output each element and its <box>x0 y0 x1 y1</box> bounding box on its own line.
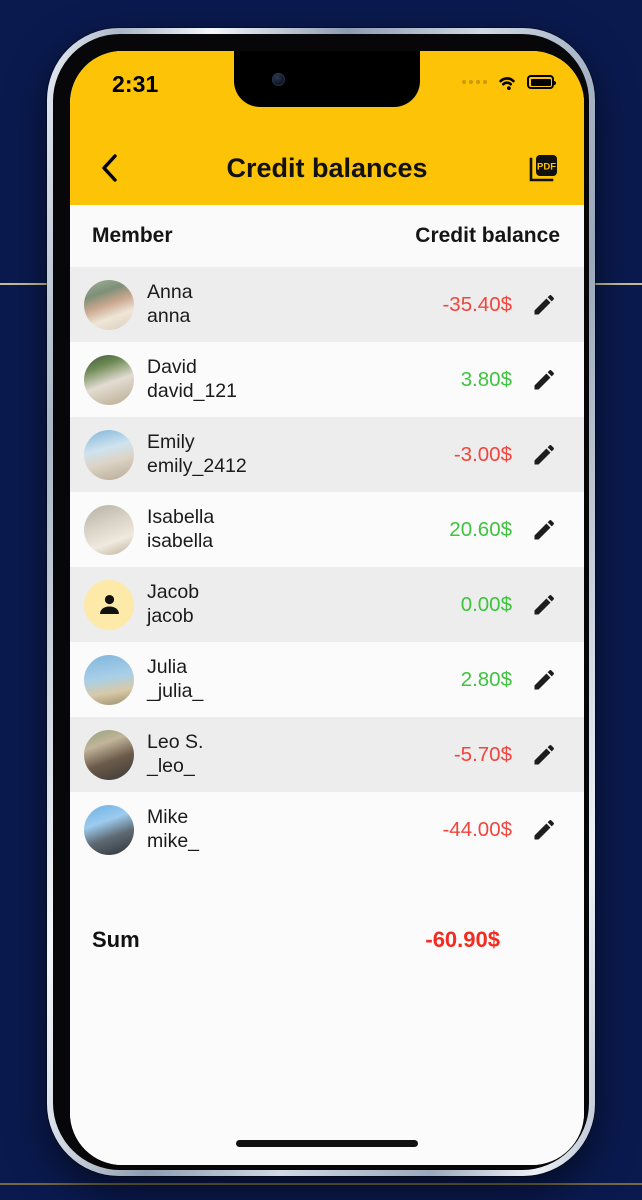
member-row[interactable]: Julia _julia_ 2.80$ <box>70 642 584 717</box>
member-balance: 20.60$ <box>449 517 512 541</box>
member-names: Mike mike_ <box>147 806 199 854</box>
pencil-icon <box>533 595 554 615</box>
phone-device-frame: 2:31 Credit balances PDF Member Credit b… <box>47 28 595 1176</box>
pencil-icon <box>533 745 554 765</box>
member-balance: -35.40$ <box>442 292 512 316</box>
member-row[interactable]: Anna anna -35.40$ <box>70 267 584 342</box>
content-filler <box>70 968 584 1165</box>
member-row[interactable]: Emily emily_2412 -3.00$ <box>70 417 584 492</box>
member-avatar-placeholder <box>84 579 134 630</box>
member-names: Isabella isabella <box>147 506 214 554</box>
phone-bezel: 2:31 Credit balances PDF Member Credit b… <box>53 34 589 1170</box>
column-header-balance: Credit balance <box>415 224 560 247</box>
app-bar: Credit balances PDF <box>70 131 584 205</box>
member-avatar <box>84 279 134 330</box>
edit-balance-button[interactable] <box>524 441 564 468</box>
svg-text:PDF: PDF <box>537 161 556 172</box>
pencil-icon <box>533 670 554 690</box>
member-name: Isabella <box>147 505 215 528</box>
member-balance: -3.00$ <box>453 442 512 466</box>
edit-balance-button[interactable] <box>524 291 564 318</box>
export-pdf-button[interactable]: PDF <box>526 150 562 186</box>
page-title: Credit balances <box>226 152 428 183</box>
member-row[interactable]: Jacob jacob 0.00$ <box>70 567 584 642</box>
backdrop-guide-line-bottom <box>0 1183 642 1185</box>
person-placeholder-icon <box>99 594 119 614</box>
edit-balance-button[interactable] <box>524 366 564 393</box>
member-avatar <box>84 504 134 555</box>
home-indicator[interactable] <box>236 1140 418 1147</box>
wifi-icon <box>499 77 515 90</box>
sum-value: -60.90$ <box>425 927 500 952</box>
member-row[interactable]: David david_121 3.80$ <box>70 342 584 417</box>
member-balance: 0.00$ <box>460 592 512 616</box>
status-bar-clock: 2:31 <box>112 71 159 97</box>
member-name: Julia <box>147 655 188 678</box>
member-avatar <box>84 804 134 855</box>
member-name: Emily <box>147 430 195 453</box>
member-row[interactable]: Leo S. _leo_ -5.70$ <box>70 717 584 792</box>
edit-balance-button[interactable] <box>524 666 564 693</box>
status-bar-indicators <box>462 74 556 90</box>
member-handle: jacob <box>147 604 194 627</box>
pencil-icon <box>533 370 554 390</box>
member-row[interactable]: Isabella isabella 20.60$ <box>70 492 584 567</box>
member-names: Leo S. _leo_ <box>147 731 203 779</box>
edit-balance-button[interactable] <box>524 741 564 768</box>
member-avatar <box>84 354 134 405</box>
member-balance: -44.00$ <box>442 817 512 841</box>
member-avatar <box>84 429 134 480</box>
column-header-member: Member <box>92 224 173 247</box>
phone-screen: 2:31 Credit balances PDF Member Credit b… <box>70 51 584 1165</box>
member-handle: emily_2412 <box>147 454 247 477</box>
battery-full-icon <box>527 75 556 89</box>
pencil-icon <box>533 445 554 465</box>
member-name: Jacob <box>147 580 200 603</box>
member-name: Anna <box>147 280 193 303</box>
pencil-icon <box>533 820 554 840</box>
device-notch <box>234 51 420 107</box>
sum-spacer <box>70 867 584 912</box>
member-handle: david_121 <box>147 379 237 402</box>
member-handle: isabella <box>147 529 214 552</box>
member-handle: _leo_ <box>147 754 195 777</box>
status-bar: 2:31 <box>70 51 584 131</box>
pdf-export-icon: PDF <box>529 155 557 182</box>
member-handle: _julia_ <box>147 679 204 702</box>
pencil-icon <box>533 520 554 540</box>
member-name: Mike <box>147 805 189 828</box>
member-row[interactable]: Mike mike_ -44.00$ <box>70 792 584 867</box>
pencil-icon <box>533 295 554 315</box>
member-balance: -5.70$ <box>453 742 512 766</box>
member-avatar <box>84 729 134 780</box>
member-avatar <box>84 654 134 705</box>
back-button[interactable] <box>92 151 126 185</box>
member-balance: 2.80$ <box>460 667 512 691</box>
member-balance: 3.80$ <box>460 367 512 391</box>
table-header-row: Member Credit balance <box>70 205 584 267</box>
member-name: Leo S. <box>147 730 204 753</box>
cellular-dots-icon <box>462 80 487 84</box>
sum-row: Sum -60.90$ <box>70 912 584 968</box>
member-names: David david_121 <box>147 356 237 404</box>
member-names: Julia _julia_ <box>147 656 203 704</box>
member-balance-list: Anna anna -35.40$ David david_121 3.80$ Emily e… <box>70 267 584 867</box>
member-name: David <box>147 355 197 378</box>
sum-label: Sum <box>92 927 140 952</box>
edit-balance-button[interactable] <box>524 516 564 543</box>
member-names: Emily emily_2412 <box>147 431 247 479</box>
chevron-left-icon <box>102 154 117 182</box>
member-names: Anna anna <box>147 281 193 329</box>
member-names: Jacob jacob <box>147 581 199 629</box>
edit-balance-button[interactable] <box>524 591 564 618</box>
member-handle: anna <box>147 304 191 327</box>
edit-balance-button[interactable] <box>524 816 564 843</box>
member-handle: mike_ <box>147 829 200 852</box>
front-camera-icon <box>272 73 285 86</box>
